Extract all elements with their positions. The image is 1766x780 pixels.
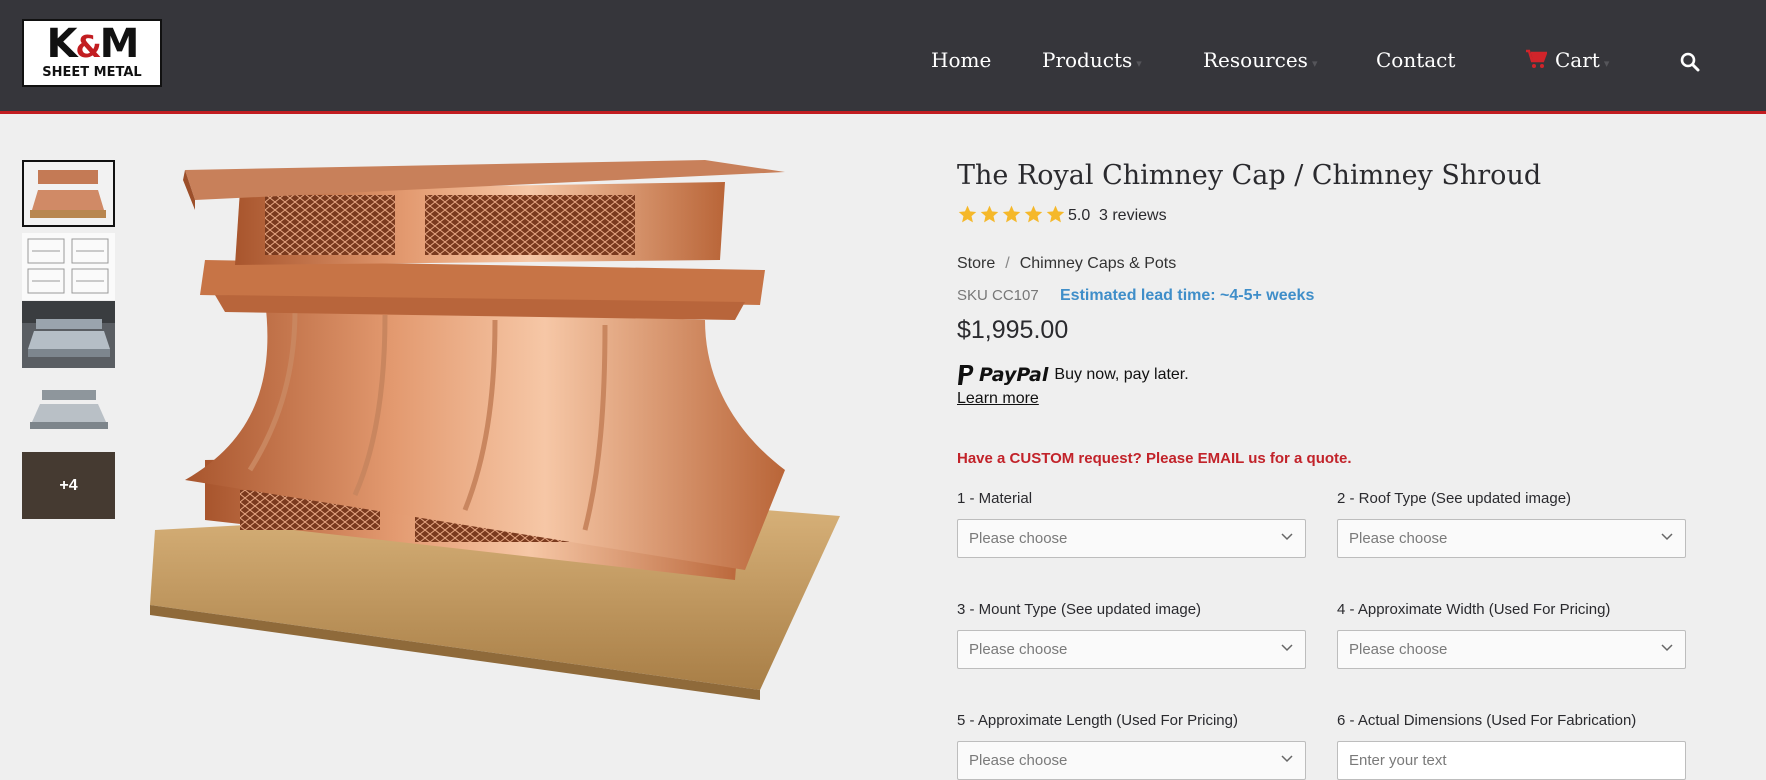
nav-contact[interactable]: Contact	[1376, 48, 1455, 72]
thumbnail-copper-cap-image	[24, 162, 113, 225]
custom-request-notice[interactable]: Have a CUSTOM request? Please EMAIL us f…	[957, 450, 1352, 467]
star-icon	[958, 205, 977, 223]
thumbnail-1[interactable]	[22, 160, 115, 227]
thumbnail-2[interactable]	[22, 233, 115, 300]
chevron-down-icon: ▾	[1136, 57, 1142, 70]
nav-home[interactable]: Home	[931, 48, 991, 72]
thumbnail-more[interactable]: +4	[22, 452, 115, 519]
breadcrumb-chimney-caps[interactable]: Chimney Caps & Pots	[1020, 255, 1177, 272]
mount-type-label: 3 - Mount Type (See updated image)	[957, 601, 1202, 618]
nav-cart[interactable]: Cart ▾	[1525, 48, 1609, 72]
thumbnail-drawing-image	[22, 233, 115, 300]
rating-value: 5.0	[1068, 207, 1091, 224]
length-label: 5 - Approximate Length (Used For Pricing…	[957, 712, 1238, 729]
star-icon	[980, 205, 999, 223]
star-icon	[1002, 205, 1021, 223]
roof-type-label: 2 - Roof Type (See updated image)	[1337, 490, 1572, 507]
product-title: The Royal Chimney Cap / Chimney Shroud	[957, 160, 1542, 191]
thumbnail-3[interactable]	[22, 301, 115, 368]
width-select[interactable]: Please choose	[1337, 630, 1686, 669]
nav-products[interactable]: Products ▾	[1042, 48, 1142, 72]
thumbnail-steel-cap-image	[22, 378, 115, 445]
product-sku: SKU CC107	[957, 287, 1039, 304]
chevron-down-icon	[1281, 644, 1293, 652]
chevron-down-icon	[1281, 755, 1293, 763]
km-sheet-metal-logo[interactable]: K&M SHEET METAL	[22, 19, 162, 87]
product-main-image[interactable]	[145, 150, 845, 710]
breadcrumb-store[interactable]: Store	[957, 255, 995, 272]
site-header: K&M SHEET METAL Home Products ▾ Resources…	[0, 0, 1766, 114]
dimensions-input[interactable]	[1337, 741, 1686, 780]
rating-stars[interactable]	[957, 204, 1066, 224]
cart-icon	[1526, 49, 1547, 68]
chevron-down-icon: ▾	[1311, 57, 1318, 70]
paypal-banner: PayPal Buy now, pay later.	[957, 364, 1189, 386]
chevron-down-icon	[1281, 533, 1293, 541]
breadcrumb: Store / Chimney Caps & Pots	[957, 255, 1177, 272]
dimensions-label: 6 - Actual Dimensions (Used For Fabricat…	[1337, 712, 1637, 729]
paypal-icon	[958, 365, 974, 385]
material-select[interactable]: Please choose	[957, 519, 1306, 558]
chevron-down-icon	[1661, 644, 1673, 652]
lead-time: Estimated lead time: ~4-5+ weeks	[1060, 287, 1315, 304]
star-icon	[1024, 205, 1043, 223]
star-icon	[1046, 205, 1065, 223]
material-label: 1 - Material	[957, 490, 1033, 507]
search-icon[interactable]	[1680, 52, 1700, 72]
width-label: 4 - Approximate Width (Used For Pricing)	[1337, 601, 1611, 618]
thumbnail-4[interactable]	[22, 378, 115, 445]
chevron-down-icon: ▾	[1603, 57, 1610, 70]
roof-type-select[interactable]: Please choose	[1337, 519, 1686, 558]
chevron-down-icon	[1661, 533, 1673, 541]
paypal-learn-more-link[interactable]: Learn more	[957, 390, 1039, 408]
reviews-link[interactable]: 3 reviews	[1099, 207, 1167, 225]
product-price: $1,995.00	[957, 316, 1069, 344]
nav-resources[interactable]: Resources ▾	[1203, 48, 1317, 72]
length-select[interactable]: Please choose	[957, 741, 1306, 780]
thumbnail-steel-cap-shop-image	[22, 301, 115, 368]
mount-type-select[interactable]: Please choose	[957, 630, 1306, 669]
